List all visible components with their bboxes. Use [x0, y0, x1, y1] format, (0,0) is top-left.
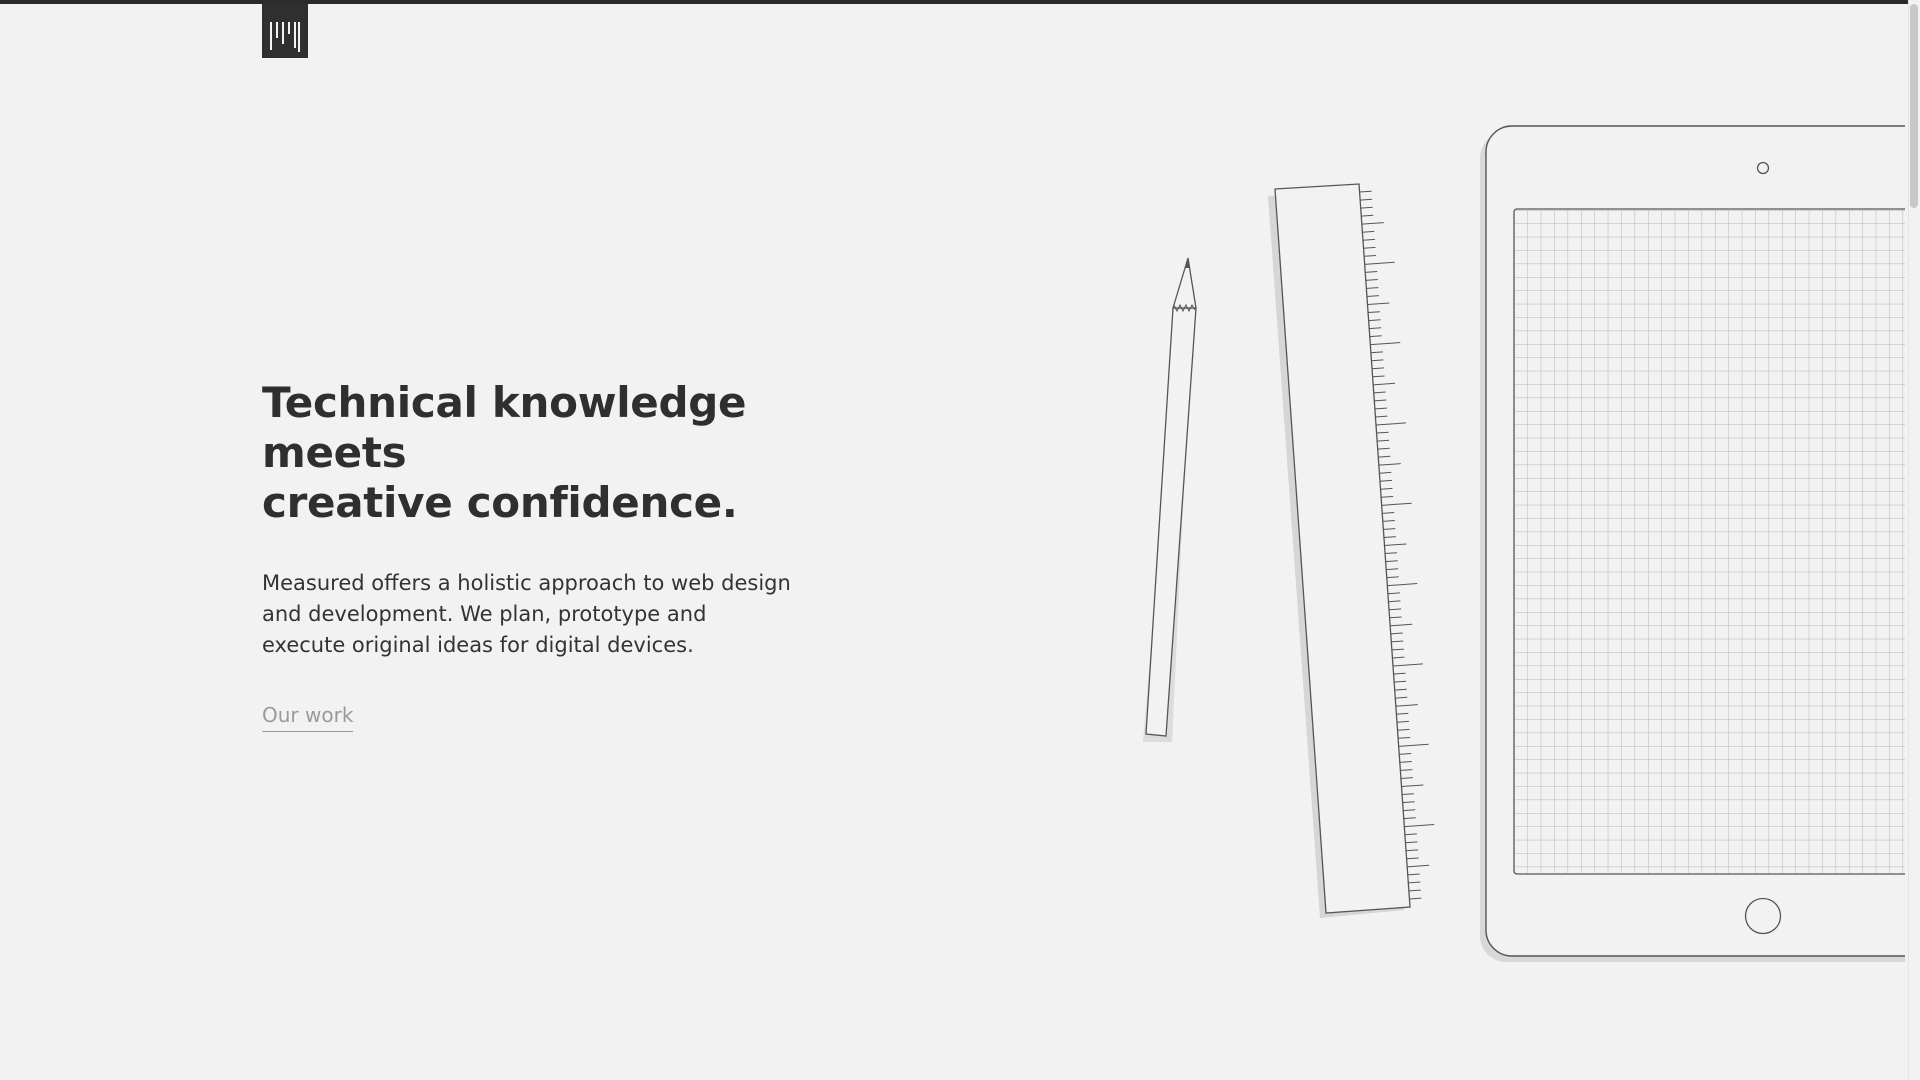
ruler-tick	[1399, 761, 1412, 763]
ruler-tick	[1394, 688, 1407, 691]
ruler-tick	[1404, 833, 1417, 836]
ruler-tick	[1396, 720, 1409, 723]
ruler-tick	[1385, 560, 1398, 563]
ruler-tick	[1376, 431, 1389, 434]
ruler-tick	[1363, 246, 1376, 249]
pencil-icon	[1143, 257, 1197, 742]
ruler-tick	[1395, 704, 1418, 707]
ruler-tick	[1405, 849, 1419, 852]
ruler-tick	[1387, 592, 1400, 595]
ruler-tick	[1407, 873, 1420, 876]
ruler-tick	[1402, 801, 1415, 804]
ruler-tick	[1369, 335, 1382, 338]
ruler-tick	[1386, 576, 1399, 579]
ruler-tick	[1360, 198, 1373, 201]
ruler-tick	[1365, 279, 1378, 281]
ruler-tick	[1364, 261, 1395, 265]
ruler-tick	[1368, 319, 1381, 322]
ruler-tick	[1359, 190, 1372, 193]
ruler-tick	[1383, 528, 1396, 530]
ruler-tick	[1388, 600, 1401, 603]
ruler-tick	[1373, 391, 1386, 394]
ruler-tick	[1377, 447, 1390, 450]
tablet-icon	[1480, 125, 1905, 962]
ruler-tick	[1392, 656, 1405, 659]
ruler-tick	[1365, 271, 1378, 273]
ruler-tick	[1381, 502, 1412, 506]
ruler-tick	[1399, 753, 1412, 755]
ruler-tick	[1389, 616, 1402, 619]
ruler-tick	[1390, 623, 1413, 627]
ruler-tick	[1408, 881, 1421, 884]
ruler-tick	[1382, 512, 1395, 514]
ruler-tick	[1366, 295, 1379, 297]
ruler-tick	[1379, 471, 1392, 474]
ruler-tick	[1362, 230, 1375, 233]
ruler-tick	[1387, 583, 1418, 587]
ruler-tick	[1398, 736, 1411, 739]
ruler-tick	[1395, 696, 1408, 699]
ruler-tick	[1370, 342, 1401, 346]
ruler-tick	[1398, 743, 1429, 747]
ruler-tick	[1405, 841, 1418, 844]
ruler-tick	[1362, 238, 1375, 241]
ruler-tick	[1366, 287, 1379, 289]
ruler-tick	[1378, 463, 1401, 466]
ruler-tick	[1407, 864, 1430, 868]
ruler-tick	[1381, 495, 1394, 498]
ruler-tick	[1397, 728, 1410, 731]
ruler-tick	[1402, 793, 1415, 796]
ruler-tick	[1369, 327, 1382, 330]
ruler-tick	[1403, 817, 1416, 820]
ruler-tick	[1404, 824, 1435, 828]
scrollbar[interactable]	[1908, 0, 1920, 1080]
ruler-tick	[1401, 784, 1424, 787]
ruler-tick	[1392, 663, 1423, 667]
ruler-tick	[1380, 487, 1393, 490]
ruler-tick	[1391, 640, 1404, 643]
ruler-tick	[1373, 382, 1396, 386]
ruler-tick	[1375, 422, 1406, 426]
ruler-tick	[1374, 399, 1387, 402]
ruler-tick	[1384, 543, 1407, 546]
ruler-tick	[1396, 712, 1409, 715]
ruler-tick	[1361, 222, 1384, 225]
ruler-tick	[1383, 536, 1396, 538]
ruler-tick	[1393, 672, 1406, 675]
ruler-tick	[1361, 214, 1374, 217]
ruler-tick	[1375, 415, 1388, 418]
ruler-tick	[1378, 455, 1391, 458]
ruler-tick	[1382, 520, 1395, 522]
ruler-tick	[1371, 367, 1385, 370]
ruler-tick	[1408, 889, 1421, 892]
ruler-tick	[1406, 857, 1419, 860]
ruler-tick	[1394, 680, 1407, 683]
ruler-tick	[1400, 769, 1413, 771]
ruler-tick	[1360, 206, 1373, 209]
ruler-tick	[1364, 254, 1377, 257]
ruler-tick	[1391, 648, 1404, 651]
ruler-tick	[1368, 311, 1381, 314]
ruler-tick	[1386, 568, 1399, 571]
desk-illustration	[1143, 125, 1905, 962]
ruler-tick	[1409, 897, 1422, 900]
ruler-tick	[1400, 777, 1413, 779]
ruler-tick	[1371, 359, 1384, 362]
ruler-tick	[1385, 552, 1398, 555]
ruler-tick	[1374, 407, 1387, 410]
ruler-tick	[1403, 809, 1416, 812]
ruler-tick	[1370, 351, 1383, 354]
ruler-tick	[1388, 608, 1402, 611]
scrollbar-thumb[interactable]	[1910, 4, 1918, 208]
ruler-tick	[1372, 375, 1385, 378]
ruler-icon	[1268, 183, 1435, 918]
ruler-tick	[1379, 479, 1392, 482]
ruler-tick	[1390, 632, 1403, 635]
ruler-tick	[1377, 439, 1390, 442]
ruler-tick	[1367, 302, 1390, 305]
